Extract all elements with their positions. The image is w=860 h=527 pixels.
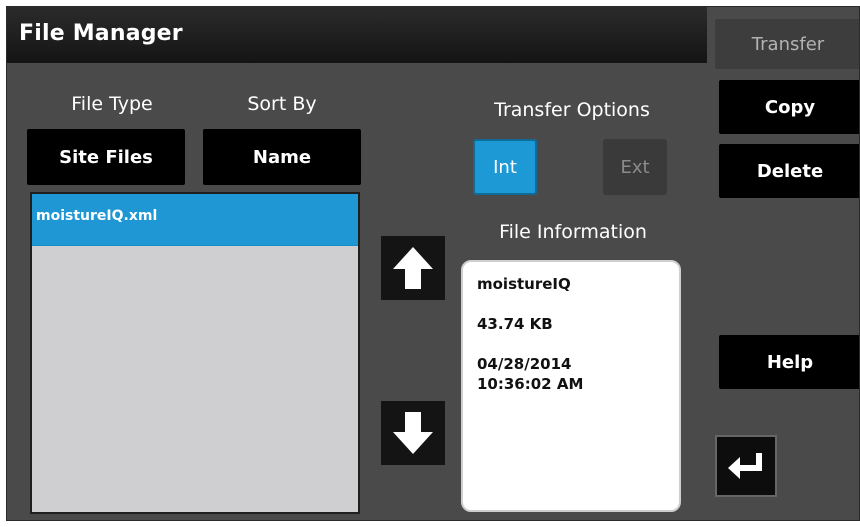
window-title: File Manager (19, 21, 183, 46)
copy-button[interactable]: Copy (719, 80, 859, 134)
file-list: moistureIQ.xml (30, 192, 360, 514)
enter-button[interactable] (715, 435, 777, 497)
arrow-down-icon (393, 412, 433, 454)
transfer-options-label: Transfer Options (494, 99, 650, 121)
scroll-down-button[interactable] (381, 401, 445, 465)
sort-by-button[interactable]: Name (203, 129, 361, 185)
file-manager-screen: File Manager Transfer Copy Delete Help F… (6, 6, 860, 521)
file-info-size: 43.74 KB (477, 315, 553, 333)
file-info-date: 04/28/2014 (477, 355, 572, 373)
sort-by-label: Sort By (247, 93, 317, 115)
enter-return-icon (728, 453, 762, 479)
help-button[interactable]: Help (719, 335, 859, 389)
ext-toggle[interactable]: Ext (603, 139, 667, 195)
file-type-button[interactable]: Site Files (27, 129, 185, 185)
arrow-up-icon (393, 247, 433, 289)
file-info-time: 10:36:02 AM (477, 375, 584, 393)
int-toggle[interactable]: Int (473, 139, 537, 195)
file-info-name: moistureIQ (477, 275, 571, 293)
file-type-label: File Type (71, 93, 153, 115)
file-list-item[interactable]: moistureIQ.xml (32, 194, 358, 246)
transfer-tab[interactable]: Transfer (715, 19, 859, 69)
delete-button[interactable]: Delete (719, 144, 859, 198)
scroll-up-button[interactable] (381, 236, 445, 300)
title-bar: File Manager (7, 7, 707, 63)
file-information-label: File Information (499, 221, 647, 243)
file-information-panel: moistureIQ 43.74 KB 04/28/2014 10:36:02 … (461, 260, 681, 512)
